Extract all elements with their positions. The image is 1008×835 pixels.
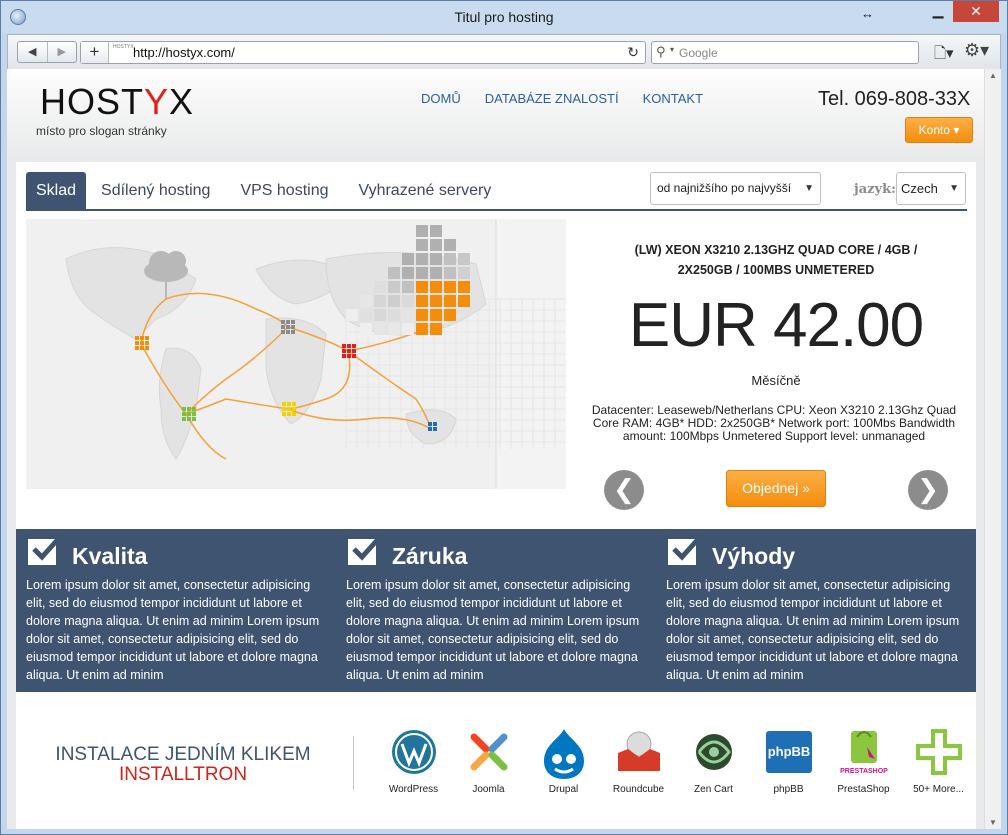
wordpress-logo-icon bbox=[389, 727, 439, 777]
joomla-logo-icon bbox=[464, 727, 514, 777]
order-button[interactable]: Objednej » bbox=[726, 470, 826, 507]
prestashop-logo-icon: PRESTASHOP bbox=[839, 727, 889, 777]
scroll-down-icon[interactable]: ▼ bbox=[989, 818, 997, 827]
site-favicon: HOSTYX bbox=[113, 44, 134, 50]
installtron-label: INSTALLTRON bbox=[118, 764, 248, 785]
feature-text: Lorem ipsum dolor sit amet, consectetur … bbox=[666, 578, 960, 682]
tab-vps-hosting[interactable]: VPS hosting bbox=[225, 172, 343, 210]
app-phpbb[interactable]: phpBB phpBB bbox=[751, 727, 826, 795]
next-product-button[interactable]: ❯ bbox=[908, 470, 948, 510]
app-drupal[interactable]: Drupal bbox=[526, 727, 601, 795]
search-engine-caret-icon[interactable]: ▾ bbox=[670, 45, 674, 54]
billing-period: Měsíčně bbox=[751, 373, 801, 388]
back-button[interactable]: ◀ bbox=[18, 42, 47, 62]
svg-text:PRESTASHOP: PRESTASHOP bbox=[840, 768, 888, 775]
world-map-illustration bbox=[26, 219, 566, 489]
feature-title: Záruka bbox=[392, 543, 468, 569]
language-select[interactable]: Czech ▼ bbox=[896, 172, 966, 205]
site-logo[interactable]: HOSTYX bbox=[40, 81, 194, 123]
phpbb-logo-icon: phpBB bbox=[764, 727, 814, 777]
svg-text:phpBB: phpBB bbox=[767, 744, 810, 759]
previous-product-button[interactable]: ❮ bbox=[604, 470, 644, 510]
back-forward-group: ◀ ▶ bbox=[17, 41, 77, 63]
feature-title: Výhody bbox=[712, 543, 796, 569]
browser-toolbar: ◀ ▶ + HOSTYX http://hostyx.com/ ↻ ⚲ ▾ Go… bbox=[7, 34, 1001, 70]
main-panel: Sklad Sdílený hosting VPS hosting Vyhraz… bbox=[16, 162, 976, 829]
product-price: EUR 42.00 bbox=[628, 291, 924, 360]
address-bar[interactable]: + HOSTYX http://hostyx.com/ ↻ bbox=[80, 41, 646, 64]
features-band: Kvalita Lorem ipsum dolor sit amet, cons… bbox=[16, 529, 976, 692]
app-wordpress[interactable]: WordPress bbox=[376, 727, 451, 795]
url-text[interactable]: http://hostyx.com/ bbox=[133, 45, 235, 60]
scroll-up-icon[interactable]: ▲ bbox=[989, 71, 997, 80]
world-map-graphic bbox=[65, 219, 566, 489]
page-viewport: HOSTYX místo pro slogan stránky DOMŮ DAT… bbox=[7, 69, 1001, 829]
product-description: Datacenter: Leaseweb/Netherlans CPU: Xeo… bbox=[591, 403, 957, 443]
checkmark-icon bbox=[348, 535, 382, 565]
search-icon[interactable]: ⚲ bbox=[656, 44, 666, 60]
nav-knowledge-base[interactable]: DATABÁZE ZNALOSTÍ bbox=[485, 91, 619, 106]
page-menu-icon[interactable]: 🗋▾ bbox=[934, 43, 954, 68]
product-title: (LW) XEON X3210 2.13GHZ QUAD CORE / 4GB … bbox=[634, 243, 918, 277]
zencart-logo-icon bbox=[689, 727, 739, 777]
forward-button[interactable]: ▶ bbox=[46, 42, 77, 62]
minimize-button[interactable]: ▁ bbox=[923, 3, 953, 23]
window-title: Titul pro hosting bbox=[454, 9, 554, 25]
vertical-scrollbar[interactable]: ▲ ▼ bbox=[984, 69, 1001, 829]
checkmark-icon bbox=[668, 535, 702, 565]
reload-icon[interactable]: ↻ bbox=[627, 44, 639, 61]
resize-arrows-icon[interactable]: ↔ bbox=[861, 6, 874, 21]
phone-number: Tel. 069-808-33X bbox=[818, 88, 971, 110]
top-navigation: DOMŮ DATABÁZE ZNALOSTÍ KONTAKT bbox=[421, 91, 703, 106]
tab-shared-hosting[interactable]: Sdílený hosting bbox=[86, 172, 225, 210]
installable-apps: WordPress Joomla Drupal Roundcube Zen Ca… bbox=[376, 727, 976, 795]
drupal-logo-icon bbox=[539, 727, 589, 779]
close-button[interactable]: ✕ bbox=[953, 1, 999, 22]
category-tabs: Sklad Sdílený hosting VPS hosting Vyhraz… bbox=[26, 172, 506, 210]
one-click-install-heading: INSTALACE JEDNÍM KLIKEM INSTALLTRON bbox=[43, 745, 323, 785]
roundcube-logo-icon bbox=[614, 727, 664, 777]
nav-contact[interactable]: KONTAKT bbox=[643, 91, 703, 106]
app-roundcube[interactable]: Roundcube bbox=[601, 727, 676, 795]
nav-home[interactable]: DOMŮ bbox=[421, 91, 461, 106]
feature-title: Kvalita bbox=[72, 543, 148, 569]
app-more[interactable]: 50+ More... bbox=[901, 727, 976, 795]
site-slogan: místo pro slogan stránky bbox=[36, 124, 167, 138]
app-prestashop[interactable]: PRESTASHOP PrestaShop bbox=[826, 727, 901, 795]
browser-window: Titul pro hosting ↔ ▁ ✕ ◀ ▶ + HOSTYX htt… bbox=[0, 0, 1008, 835]
chevron-down-icon: ▼ bbox=[949, 183, 959, 194]
tab-underline bbox=[26, 209, 967, 211]
search-box[interactable]: ⚲ ▾ Google bbox=[651, 41, 919, 64]
app-zencart[interactable]: Zen Cart bbox=[676, 727, 751, 795]
chevron-down-icon: ▼ bbox=[804, 183, 814, 194]
sort-select[interactable]: od najnižšího po najvyšší ▼ bbox=[650, 172, 821, 205]
language-label: jazyk: bbox=[854, 182, 896, 197]
divider bbox=[353, 736, 354, 790]
gear-icon[interactable]: ⚙▾ bbox=[964, 40, 989, 61]
feature-text: Lorem ipsum dolor sit amet, consectetur … bbox=[346, 578, 640, 682]
checkmark-icon bbox=[28, 535, 62, 565]
search-placeholder[interactable]: Google bbox=[679, 46, 718, 60]
tab-sklad[interactable]: Sklad bbox=[26, 172, 87, 210]
account-button[interactable]: Konto ▾ bbox=[905, 117, 973, 143]
title-bar: Titul pro hosting ↔ ▁ ✕ bbox=[1, 1, 1007, 33]
feature-text: Lorem ipsum dolor sit amet, consectetur … bbox=[26, 578, 320, 682]
plus-icon bbox=[914, 727, 964, 777]
app-joomla[interactable]: Joomla bbox=[451, 727, 526, 795]
add-bookmark-icon[interactable]: + bbox=[81, 42, 109, 63]
tab-dedicated-servers[interactable]: Vyhrazené servery bbox=[344, 172, 507, 210]
